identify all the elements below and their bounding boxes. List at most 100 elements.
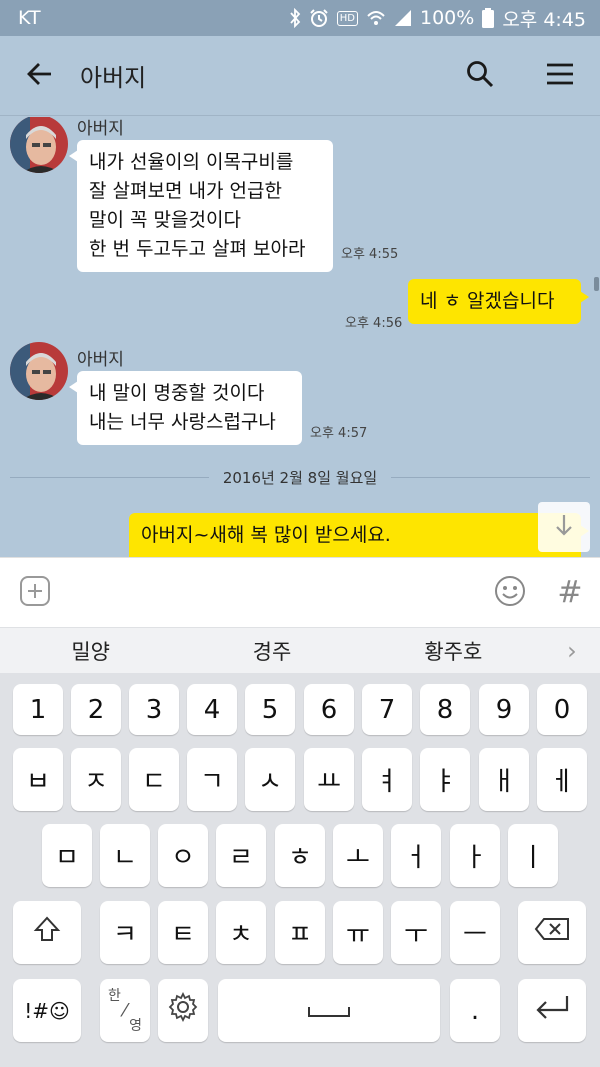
sender-name: 아버지 bbox=[77, 350, 124, 370]
key-b[interactable]: ㅂ bbox=[13, 748, 63, 811]
key-ch[interactable]: ㅊ bbox=[216, 901, 266, 964]
symbols-key[interactable]: !#☺ bbox=[13, 979, 81, 1042]
enter-icon bbox=[533, 993, 571, 1028]
key-2[interactable]: 2 bbox=[71, 684, 121, 735]
key-yo[interactable]: ㅛ bbox=[304, 748, 354, 811]
my-message-bubble[interactable]: 네 ㅎ 알겠습니다 bbox=[408, 279, 589, 324]
message-bubble[interactable]: 내가 선율이의 이목구비를 잘 살펴보면 내가 언급한 말이 꼭 맞을것이다 한… bbox=[69, 140, 333, 272]
lang-korean-label: 한 bbox=[108, 987, 121, 1004]
key-ng[interactable]: ㅇ bbox=[158, 824, 208, 887]
plus-box-icon bbox=[19, 575, 51, 611]
keyboard-suggestion-bar: 밀양 경주 황주호 › bbox=[0, 627, 600, 673]
emoticon-button[interactable] bbox=[480, 558, 540, 628]
chat-area[interactable]: 아버지 내가 선율이의 이목구비를 잘 살펴보면 내가 언급한 말이 꼭 맞을것… bbox=[0, 117, 600, 557]
keyboard: 1 2 3 4 5 6 7 8 9 0 ㅂ ㅈ ㄷ ㄱ ㅅ ㅛ ㅕ ㅑ ㅐ ㅔ … bbox=[0, 673, 600, 1067]
language-switch-key[interactable]: 한 ⁄ 영 bbox=[100, 979, 150, 1042]
shift-icon bbox=[33, 915, 61, 950]
key-n[interactable]: ㄴ bbox=[100, 824, 150, 887]
key-p[interactable]: ㅍ bbox=[275, 901, 325, 964]
divider-line bbox=[10, 476, 209, 478]
message-bubble[interactable]: 내 말이 명중할 것이다 내는 너무 사랑스럽구나 bbox=[69, 371, 302, 445]
backspace-key[interactable] bbox=[518, 901, 586, 964]
period-key[interactable]: . bbox=[450, 979, 500, 1042]
key-o[interactable]: ㅗ bbox=[333, 824, 383, 887]
key-ae[interactable]: ㅐ bbox=[479, 748, 529, 811]
key-eo[interactable]: ㅓ bbox=[391, 824, 441, 887]
key-1[interactable]: 1 bbox=[13, 684, 63, 735]
wifi-icon bbox=[366, 9, 386, 27]
gear-icon bbox=[168, 991, 198, 1029]
key-t[interactable]: ㅌ bbox=[158, 901, 208, 964]
avatar[interactable] bbox=[10, 342, 68, 400]
avatar[interactable] bbox=[10, 117, 68, 173]
message-time: 오후 4:55 bbox=[341, 247, 399, 262]
key-5[interactable]: 5 bbox=[245, 684, 295, 735]
key-i[interactable]: ㅣ bbox=[508, 824, 558, 887]
bluetooth-icon bbox=[289, 8, 301, 28]
chat-title: 아버지 bbox=[80, 64, 147, 92]
arrow-down-icon bbox=[554, 513, 574, 541]
hd-voice-icon: HD bbox=[336, 10, 358, 26]
my-message-bubble[interactable]: 아버지~새해 복 많이 받으세요. bbox=[129, 513, 589, 557]
status-icons: HD 100% 오후 4:45 bbox=[289, 5, 586, 32]
chevron-right-icon[interactable]: › bbox=[544, 637, 600, 665]
key-eu[interactable]: ㅡ bbox=[450, 901, 500, 964]
key-yeo[interactable]: ㅕ bbox=[362, 748, 412, 811]
shift-key[interactable] bbox=[13, 901, 81, 964]
key-4[interactable]: 4 bbox=[187, 684, 237, 735]
key-ya[interactable]: ㅑ bbox=[420, 748, 470, 811]
backspace-icon bbox=[534, 917, 570, 948]
attach-button[interactable] bbox=[0, 558, 70, 628]
lang-english-label: 영 bbox=[129, 1017, 142, 1034]
key-9[interactable]: 9 bbox=[479, 684, 529, 735]
status-bar: KT HD 100% 오후 4:45 bbox=[0, 0, 600, 36]
sender-name: 아버지 bbox=[77, 119, 124, 139]
key-r[interactable]: ㄹ bbox=[216, 824, 266, 887]
clock: 오후 4:45 bbox=[502, 8, 586, 31]
search-button[interactable] bbox=[440, 36, 520, 116]
key-d[interactable]: ㄷ bbox=[129, 748, 179, 811]
date-divider-label: 2016년 2월 8일 월요일 bbox=[222, 468, 378, 487]
enter-key[interactable] bbox=[518, 979, 586, 1042]
signal-icon bbox=[394, 9, 412, 27]
key-e[interactable]: ㅔ bbox=[537, 748, 587, 811]
suggestion-item[interactable]: 경주 bbox=[181, 636, 362, 666]
hash-icon: # bbox=[557, 575, 583, 610]
message-time: 오후 4:57 bbox=[310, 426, 368, 441]
message-input-bar: # bbox=[0, 557, 600, 627]
message-input[interactable] bbox=[70, 567, 480, 618]
suggestion-item[interactable]: 밀양 bbox=[0, 636, 181, 666]
suggestion-item[interactable]: 황주호 bbox=[363, 636, 544, 666]
key-u[interactable]: ㅜ bbox=[391, 901, 441, 964]
search-icon bbox=[466, 60, 494, 92]
key-3[interactable]: 3 bbox=[129, 684, 179, 735]
menu-button[interactable] bbox=[520, 36, 600, 116]
space-key[interactable] bbox=[218, 979, 440, 1042]
space-icon bbox=[307, 996, 351, 1026]
key-s[interactable]: ㅅ bbox=[245, 748, 295, 811]
smiley-icon bbox=[494, 575, 526, 611]
key-0[interactable]: 0 bbox=[537, 684, 587, 735]
battery-percent: 100% bbox=[420, 7, 475, 29]
message-time: 오후 4:56 bbox=[345, 316, 403, 331]
key-7[interactable]: 7 bbox=[362, 684, 412, 735]
key-h[interactable]: ㅎ bbox=[275, 824, 325, 887]
key-g[interactable]: ㄱ bbox=[187, 748, 237, 811]
key-j[interactable]: ㅈ bbox=[71, 748, 121, 811]
scrollbar[interactable] bbox=[594, 277, 599, 291]
scroll-to-bottom-button[interactable] bbox=[538, 502, 590, 552]
back-button[interactable] bbox=[0, 36, 80, 116]
key-m[interactable]: ㅁ bbox=[42, 824, 92, 887]
lang-slash: ⁄ bbox=[123, 999, 127, 1021]
hash-search-button[interactable]: # bbox=[540, 558, 600, 628]
key-6[interactable]: 6 bbox=[304, 684, 354, 735]
carrier-label: KT bbox=[18, 7, 41, 29]
key-a[interactable]: ㅏ bbox=[450, 824, 500, 887]
key-yu[interactable]: ㅠ bbox=[333, 901, 383, 964]
battery-icon bbox=[482, 8, 495, 28]
alarm-icon bbox=[309, 8, 329, 28]
settings-key[interactable] bbox=[158, 979, 208, 1042]
arrow-left-icon bbox=[26, 60, 54, 92]
key-8[interactable]: 8 bbox=[420, 684, 470, 735]
key-k[interactable]: ㅋ bbox=[100, 901, 150, 964]
